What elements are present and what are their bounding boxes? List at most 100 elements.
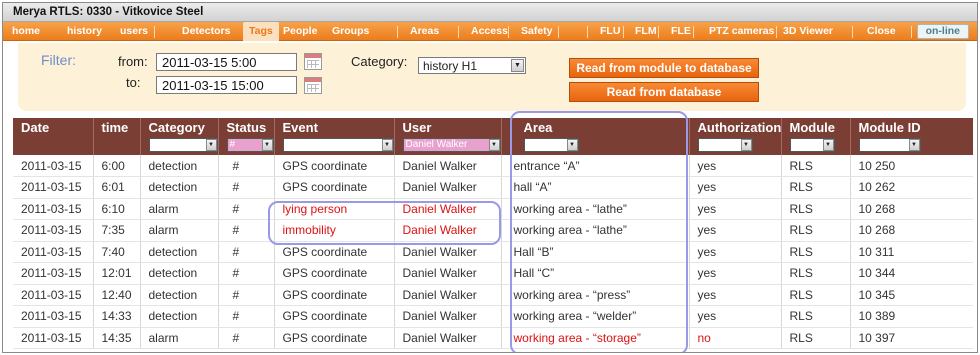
cell-status: # bbox=[218, 305, 275, 328]
col-category: Category ▼ bbox=[140, 118, 219, 155]
cell-time: 12:01 bbox=[93, 262, 141, 285]
cell-category: alarm bbox=[140, 198, 219, 220]
table-row[interactable]: 2011-03-15 7:35 alarm # immobility Daniel Wal… bbox=[13, 219, 973, 242]
cell-authorization: yes bbox=[689, 241, 782, 263]
cell-module: RLS bbox=[781, 219, 851, 242]
chevron-down-icon: ▼ bbox=[740, 139, 752, 151]
cell-date: 2011-03-15 bbox=[13, 219, 94, 242]
cell-time: 14:35 bbox=[93, 327, 141, 349]
nav-item-areas[interactable]: Areas bbox=[410, 22, 439, 41]
from-calendar-icon[interactable] bbox=[304, 53, 322, 70]
category-filter-select[interactable]: ▼ bbox=[148, 138, 218, 152]
nav-separator bbox=[587, 26, 588, 38]
read-from-module-button[interactable]: Read from module to database bbox=[569, 58, 759, 78]
to-calendar-icon[interactable] bbox=[304, 77, 322, 94]
cell-event: GPS coordinate bbox=[274, 305, 395, 328]
col-authorization-label: Authorization bbox=[697, 120, 782, 135]
nav-item-3d-viewer[interactable]: 3D Viewer bbox=[783, 22, 833, 41]
nav-separator bbox=[458, 26, 459, 38]
cell-user: Daniel Walker bbox=[394, 219, 502, 242]
col-status: Status # ▼ bbox=[218, 118, 275, 155]
nav-item-tags[interactable]: Tags bbox=[243, 22, 279, 41]
cell-date: 2011-03-15 bbox=[13, 327, 94, 349]
cell-status: # bbox=[218, 241, 275, 263]
cell-module-id: 10 345 bbox=[850, 284, 973, 306]
nav-item-users[interactable]: users bbox=[120, 22, 148, 41]
cell-area: working area - “welder” bbox=[501, 305, 690, 328]
module-id-filter-select[interactable]: ▼ bbox=[858, 138, 921, 152]
app-window: Merya RTLS: 0330 - Vitkovice Steel home h… bbox=[2, 2, 978, 353]
from-datetime-input[interactable]: 2011-03-15 5:00 bbox=[156, 53, 297, 71]
to-datetime-input[interactable]: 2011-03-15 15:00 bbox=[156, 76, 297, 94]
col-module-id-label: Module ID bbox=[858, 120, 921, 135]
nav-item-flu[interactable]: FLU bbox=[600, 22, 620, 41]
module-filter-select[interactable]: ▼ bbox=[789, 138, 835, 152]
nav-item-access[interactable]: Access bbox=[471, 22, 508, 41]
cell-category: detection bbox=[140, 155, 219, 177]
cell-date: 2011-03-15 bbox=[13, 305, 94, 328]
cell-time: 14:33 bbox=[93, 305, 141, 328]
cell-event: immobility bbox=[274, 219, 395, 242]
table-row[interactable]: 2011-03-15 12:01 detection # GPS coordinate D… bbox=[13, 262, 973, 285]
nav-item-history[interactable]: history bbox=[67, 22, 102, 41]
nav-item-safety[interactable]: Safety bbox=[521, 22, 553, 41]
cell-user: Daniel Walker bbox=[394, 176, 502, 199]
cell-area: entrance “A” bbox=[501, 155, 690, 177]
cell-authorization: no bbox=[689, 327, 782, 349]
nav-item-ptz-cameras[interactable]: PTZ cameras bbox=[709, 22, 774, 41]
filter-label: Filter: bbox=[41, 52, 76, 68]
user-filter-select[interactable]: Daniel Walker ▼ bbox=[402, 138, 501, 152]
cell-area: Hall “B” bbox=[501, 241, 690, 263]
col-module-label: Module bbox=[789, 120, 836, 135]
event-filter-select[interactable]: ▼ bbox=[282, 138, 394, 152]
nav-item-groups[interactable]: Groups bbox=[332, 22, 369, 41]
cell-category: detection bbox=[140, 284, 219, 306]
cell-module-id: 10 397 bbox=[850, 327, 973, 349]
chevron-down-icon: ▼ bbox=[908, 139, 920, 151]
cell-authorization: yes bbox=[689, 262, 782, 285]
nav-separator bbox=[776, 26, 777, 38]
table-row[interactable]: 2011-03-15 12:40 detection # GPS coordinate D… bbox=[13, 284, 973, 306]
cell-date: 2011-03-15 bbox=[13, 155, 94, 177]
status-filter-value: # bbox=[229, 139, 236, 150]
table-row[interactable]: 2011-03-15 6:01 detection # GPS coordinate Da… bbox=[13, 176, 973, 199]
cell-event: GPS coordinate bbox=[274, 155, 395, 177]
status-filter-select[interactable]: # ▼ bbox=[226, 138, 274, 152]
chevron-down-icon: ▼ bbox=[261, 139, 273, 151]
nav-item-detectors[interactable]: Detectors bbox=[182, 22, 230, 41]
nav-item-flm[interactable]: FLM bbox=[635, 22, 657, 41]
read-from-database-button[interactable]: Read from database bbox=[569, 82, 759, 102]
cell-user: Daniel Walker bbox=[394, 284, 502, 306]
user-filter-value: Daniel Walker bbox=[405, 139, 468, 150]
cell-event: lying person bbox=[274, 198, 395, 220]
table-row[interactable]: 2011-03-15 7:40 detection # GPS coordinate Da… bbox=[13, 241, 973, 263]
col-time: time bbox=[93, 118, 141, 155]
table-row[interactable]: 2011-03-15 14:35 alarm # GPS coordinate Danie… bbox=[13, 327, 973, 349]
cell-authorization: yes bbox=[689, 284, 782, 306]
cell-module: RLS bbox=[781, 284, 851, 306]
cell-event: GPS coordinate bbox=[274, 241, 395, 263]
table-row[interactable]: 2011-03-15 6:00 detection # GPS coordinate Da… bbox=[13, 155, 973, 177]
cell-module-id: 10 389 bbox=[850, 305, 973, 328]
nav-item-people[interactable]: People bbox=[283, 22, 317, 41]
nav-separator bbox=[397, 26, 398, 38]
nav-item-close[interactable]: Close bbox=[867, 22, 896, 41]
cell-category: alarm bbox=[140, 219, 219, 242]
area-filter-select[interactable]: ▼ bbox=[523, 138, 579, 152]
cell-time: 6:10 bbox=[93, 198, 141, 220]
chevron-down-icon: ▼ bbox=[511, 59, 524, 72]
cell-status: # bbox=[218, 219, 275, 242]
cell-time: 7:40 bbox=[93, 241, 141, 263]
nav-separator bbox=[558, 26, 559, 38]
cell-user: Daniel Walker bbox=[394, 241, 502, 263]
table-row[interactable]: 2011-03-15 6:10 alarm # lying person Daniel W… bbox=[13, 198, 973, 220]
cell-authorization: yes bbox=[689, 198, 782, 220]
nav-item-home[interactable]: home bbox=[12, 22, 40, 41]
category-select[interactable]: history H1 ▼ bbox=[418, 57, 526, 74]
cell-module-id: 10 262 bbox=[850, 176, 973, 199]
nav-item-fle[interactable]: FLE bbox=[671, 22, 691, 41]
cell-area: working area - “press” bbox=[501, 284, 690, 306]
authorization-filter-select[interactable]: ▼ bbox=[697, 138, 753, 152]
table-row[interactable]: 2011-03-15 14:33 detection # GPS coordinate D… bbox=[13, 305, 973, 328]
col-date: Date bbox=[13, 118, 94, 155]
